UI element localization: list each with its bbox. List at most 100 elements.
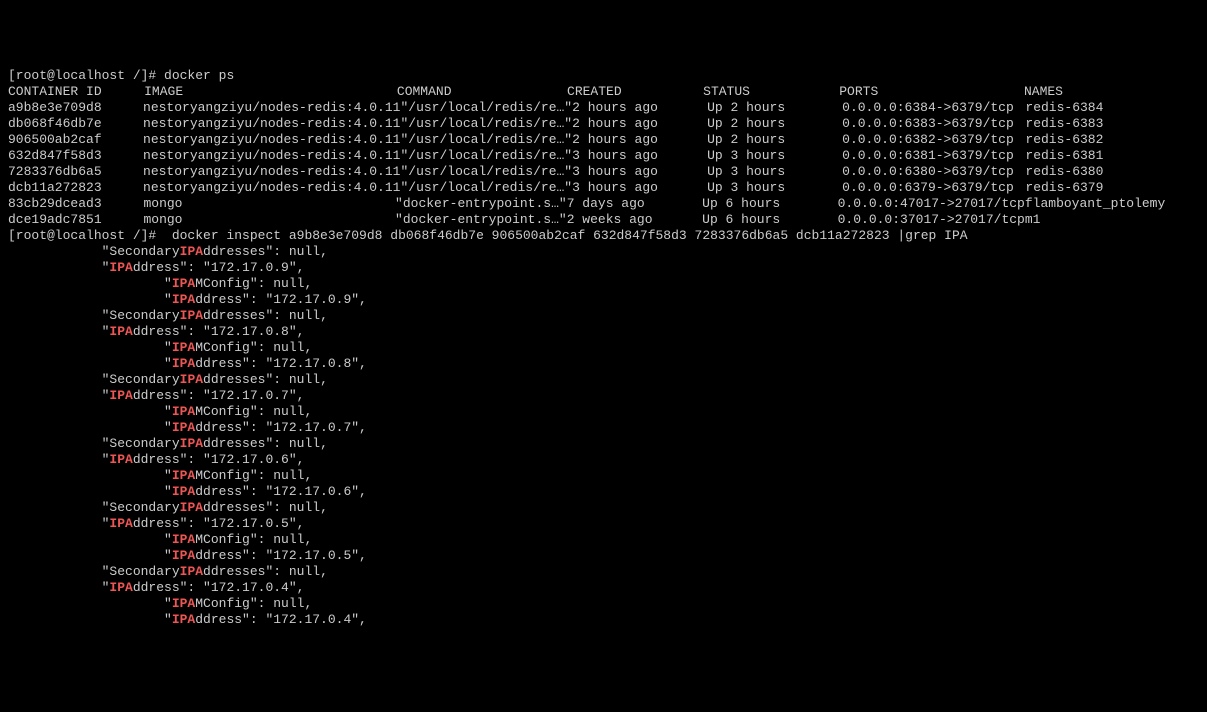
grep-line: "IPAMConfig": null, [8, 468, 1199, 484]
grep-line: "SecondaryIPAddresses": null, [8, 500, 1199, 516]
grep-line: "SecondaryIPAddresses": null, [8, 372, 1199, 388]
status: Up 3 hours [707, 180, 842, 196]
hdr-created: CREATED [567, 84, 703, 100]
grep-line: "IPAddress": "172.17.0.8", [8, 356, 1199, 372]
ps-row: a9b8e3e709d8nestoryangziyu/nodes-redis:4… [8, 100, 1199, 116]
prompt: [root@localhost /]# [8, 68, 164, 83]
names: redis-6380 [1025, 164, 1199, 180]
status: Up 3 hours [707, 148, 842, 164]
names: flamboyant_ptolemy [1025, 196, 1199, 212]
grep-line: "IPAddress": "172.17.0.5", [8, 548, 1199, 564]
grep-line: "IPAddress": "172.17.0.4", [8, 612, 1199, 628]
command: "/usr/local/redis/re…" [400, 116, 572, 132]
image: mongo [143, 212, 395, 228]
grep-line: "IPAddress": "172.17.0.4", [8, 580, 1199, 596]
grep-line: "IPAMConfig": null, [8, 596, 1199, 612]
grep-line: "IPAddress": "172.17.0.5", [8, 516, 1199, 532]
grep-line: "IPAddress": "172.17.0.7", [8, 420, 1199, 436]
created: 7 days ago [567, 196, 702, 212]
grep-line: "IPAMConfig": null, [8, 404, 1199, 420]
ps-row: db068f46db7enestoryangziyu/nodes-redis:4… [8, 116, 1199, 132]
command: "docker-entrypoint.s…" [395, 212, 567, 228]
command: "/usr/local/redis/re…" [400, 132, 572, 148]
names: m1 [1025, 212, 1199, 228]
ports: 0.0.0.0:6380->6379/tcp [842, 164, 1025, 180]
created: 2 hours ago [572, 100, 707, 116]
hdr-names: NAMES [1024, 84, 1199, 100]
created: 3 hours ago [572, 180, 707, 196]
created: 3 hours ago [572, 148, 707, 164]
grep-line: "IPAddress": "172.17.0.9", [8, 260, 1199, 276]
command-docker-ps: docker ps [164, 68, 234, 83]
status: Up 2 hours [707, 100, 842, 116]
ports: 0.0.0.0:6383->6379/tcp [842, 116, 1025, 132]
command: "/usr/local/redis/re…" [400, 100, 572, 116]
grep-line: "IPAddress": "172.17.0.9", [8, 292, 1199, 308]
ports: 0.0.0.0:6382->6379/tcp [842, 132, 1025, 148]
grep-line: "IPAddress": "172.17.0.6", [8, 452, 1199, 468]
image: nestoryangziyu/nodes-redis:4.0.11 [143, 116, 400, 132]
ports: 0.0.0.0:6384->6379/tcp [842, 100, 1025, 116]
container-id: db068f46db7e [8, 116, 143, 132]
ps-row: 906500ab2cafnestoryangziyu/nodes-redis:4… [8, 132, 1199, 148]
grep-output: "SecondaryIPAddresses": null, "IPAddress… [8, 244, 1199, 628]
prompt: [root@localhost /]# [8, 228, 172, 243]
grep-line: "IPAMConfig": null, [8, 532, 1199, 548]
image: nestoryangziyu/nodes-redis:4.0.11 [143, 132, 400, 148]
names: redis-6379 [1025, 180, 1199, 196]
status: Up 2 hours [707, 116, 842, 132]
hdr-status: STATUS [703, 84, 839, 100]
command: "/usr/local/redis/re…" [400, 148, 572, 164]
hdr-container-id: CONTAINER ID [8, 84, 144, 100]
created: 2 hours ago [572, 116, 707, 132]
command: "/usr/local/redis/re…" [400, 180, 572, 196]
status: Up 3 hours [707, 164, 842, 180]
grep-line: "SecondaryIPAddresses": null, [8, 308, 1199, 324]
grep-line: "IPAddress": "172.17.0.6", [8, 484, 1199, 500]
hdr-ports: PORTS [839, 84, 1024, 100]
created: 2 hours ago [572, 132, 707, 148]
container-id: 906500ab2caf [8, 132, 143, 148]
grep-line: "SecondaryIPAddresses": null, [8, 564, 1199, 580]
container-id: 83cb29dcead3 [8, 196, 143, 212]
ps-row: dce19adc7851mongo"docker-entrypoint.s…"2… [8, 212, 1199, 228]
container-id: 632d847f58d3 [8, 148, 143, 164]
grep-line: "IPAMConfig": null, [8, 276, 1199, 292]
command: "/usr/local/redis/re…" [400, 164, 572, 180]
image: mongo [143, 196, 395, 212]
hdr-command: COMMAND [397, 84, 567, 100]
ps-row: dcb11a272823nestoryangziyu/nodes-redis:4… [8, 180, 1199, 196]
terminal-block[interactable]: [root@localhost /]# docker ps CONTAINER … [8, 68, 1199, 628]
command-docker-inspect: docker inspect a9b8e3e709d8 db068f46db7e… [172, 228, 968, 243]
ps-row: 83cb29dcead3mongo"docker-entrypoint.s…"7… [8, 196, 1199, 212]
created: 2 weeks ago [567, 212, 702, 228]
ps-row: 632d847f58d3nestoryangziyu/nodes-redis:4… [8, 148, 1199, 164]
container-id: a9b8e3e709d8 [8, 100, 143, 116]
image: nestoryangziyu/nodes-redis:4.0.11 [143, 164, 400, 180]
image: nestoryangziyu/nodes-redis:4.0.11 [143, 148, 400, 164]
grep-line: "IPAddress": "172.17.0.8", [8, 324, 1199, 340]
names: redis-6383 [1025, 116, 1199, 132]
names: redis-6382 [1025, 132, 1199, 148]
status: Up 6 hours [702, 196, 837, 212]
hdr-image: IMAGE [144, 84, 397, 100]
grep-line: "SecondaryIPAddresses": null, [8, 244, 1199, 260]
ports: 0.0.0.0:37017->27017/tcp [838, 212, 1025, 228]
names: redis-6384 [1025, 100, 1199, 116]
ps-header: CONTAINER IDIMAGECOMMANDCREATEDSTATUSPOR… [8, 84, 1199, 100]
grep-line: "SecondaryIPAddresses": null, [8, 436, 1199, 452]
grep-line: "IPAddress": "172.17.0.7", [8, 388, 1199, 404]
grep-line: "IPAMConfig": null, [8, 340, 1199, 356]
ports: 0.0.0.0:6381->6379/tcp [842, 148, 1025, 164]
status: Up 6 hours [702, 212, 837, 228]
image: nestoryangziyu/nodes-redis:4.0.11 [143, 180, 400, 196]
ports: 0.0.0.0:6379->6379/tcp [842, 180, 1025, 196]
container-id: dcb11a272823 [8, 180, 143, 196]
created: 3 hours ago [572, 164, 707, 180]
container-id: 7283376db6a5 [8, 164, 143, 180]
names: redis-6381 [1025, 148, 1199, 164]
status: Up 2 hours [707, 132, 842, 148]
ps-row: 7283376db6a5nestoryangziyu/nodes-redis:4… [8, 164, 1199, 180]
command: "docker-entrypoint.s…" [395, 196, 567, 212]
container-id: dce19adc7851 [8, 212, 143, 228]
